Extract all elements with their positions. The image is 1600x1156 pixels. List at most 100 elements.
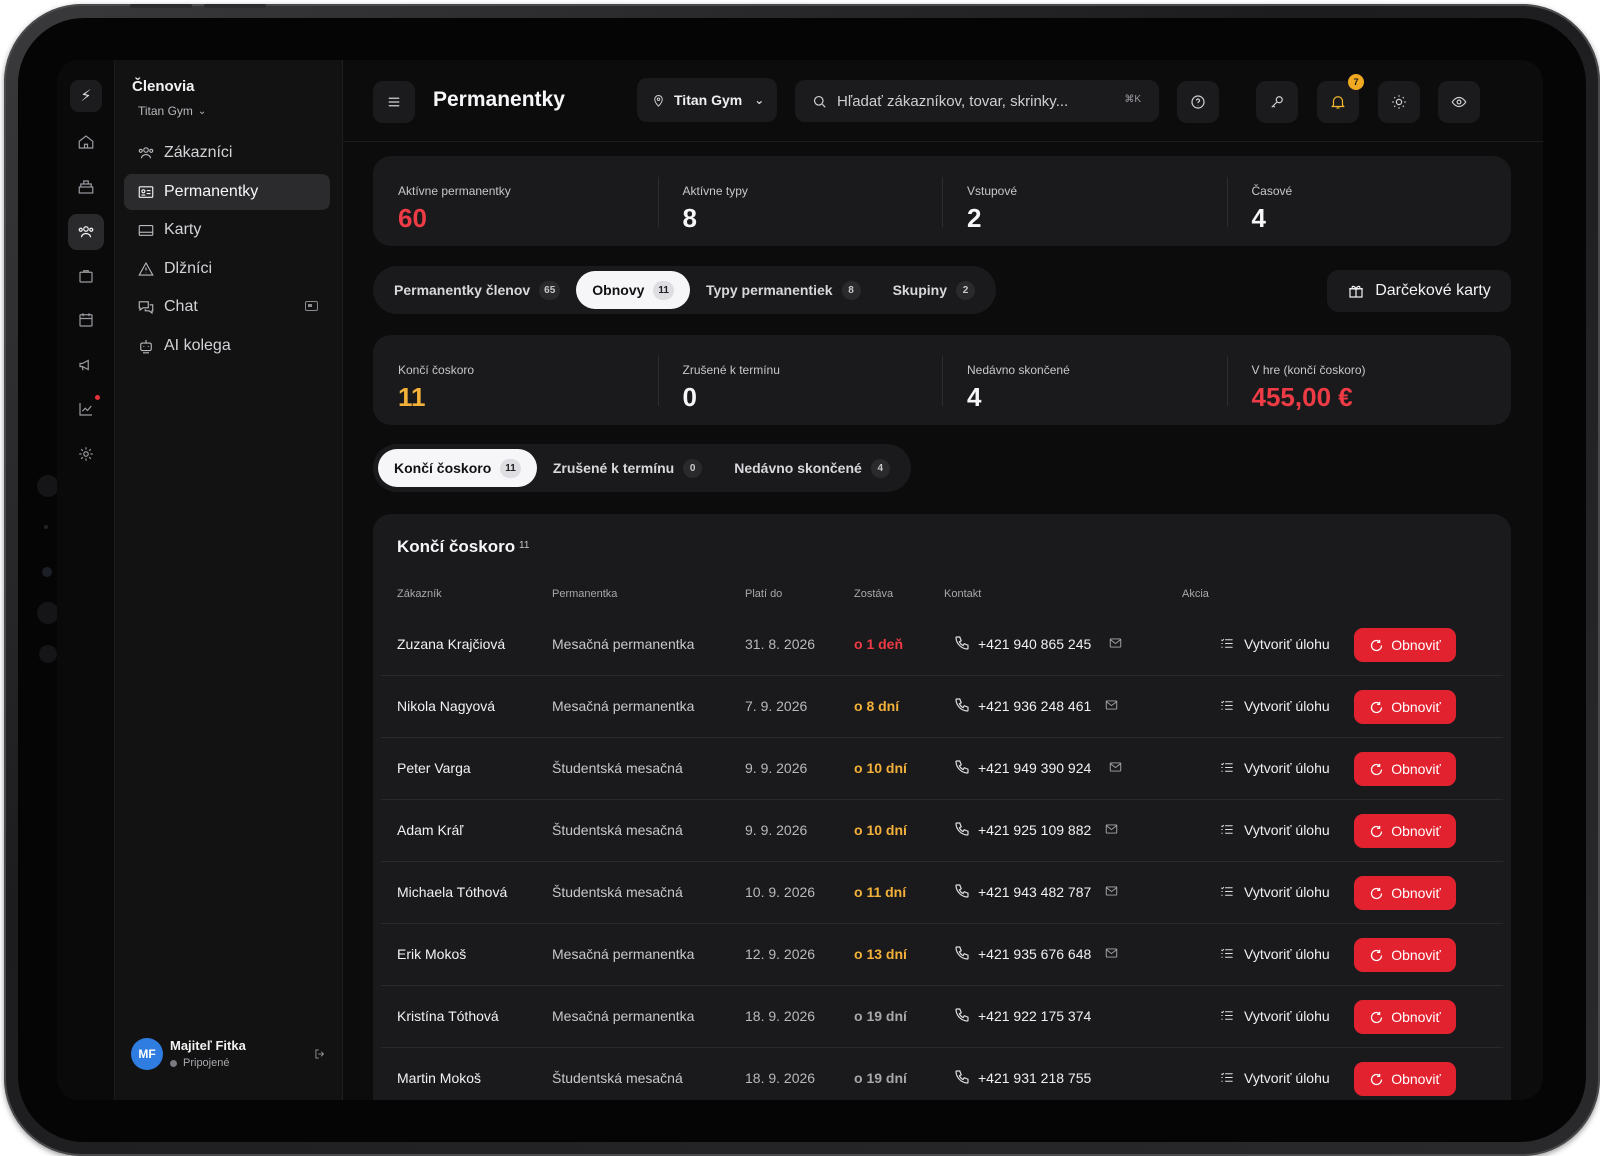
task-list-icon[interactable] [1219,1008,1235,1023]
table-row[interactable]: Peter Varga Študentská mesačná 9. 9. 2026 o… [381,738,1503,800]
table-row[interactable]: Martin Mokoš Študentská mesačná 18. 9. 202… [381,1048,1503,1100]
task-list-icon[interactable] [1219,884,1235,899]
phone-icon[interactable] [953,696,971,714]
tab-renewals[interactable]: Obnovy 11 [576,271,690,309]
task-list-icon[interactable] [1219,698,1235,713]
renew-button[interactable]: Obnoviť [1354,1062,1456,1096]
phone-icon[interactable] [953,882,971,900]
create-task-button[interactable]: Vytvoriť úlohu [1244,636,1330,652]
phone-number[interactable]: +421 925 109 882 [978,822,1091,838]
user-profile[interactable]: MF Majiteľ Fitka Pripojené [131,1038,327,1074]
phone-icon[interactable] [953,944,971,962]
table-row[interactable]: Nikola Nagyová Mesačná permanentka 7. 9. 2… [381,676,1503,738]
table-row[interactable]: Zuzana Krajčiová Mesačná permanentka 31. 8… [381,614,1503,676]
renew-button[interactable]: Obnoviť [1354,1000,1456,1034]
rail-pos[interactable] [68,169,104,205]
phone-number[interactable]: +421 936 248 461 [978,698,1091,714]
theme-button[interactable] [1378,81,1420,123]
gift-cards-button[interactable]: Darčekové karty [1327,270,1511,312]
stat-value: 0 [682,382,697,412]
table-row[interactable]: Erik Mokoš Mesačná permanentka 12. 9. 2026… [381,924,1503,986]
phone-icon[interactable] [953,1006,971,1024]
mail-icon[interactable] [1108,760,1123,774]
create-task-button[interactable]: Vytvoriť úlohu [1244,884,1330,900]
create-task-button[interactable]: Vytvoriť úlohu [1244,760,1330,776]
mail-icon[interactable] [1104,884,1119,898]
help-button[interactable] [1177,81,1219,123]
create-task-button[interactable]: Vytvoriť úlohu [1244,1070,1330,1086]
rail-analytics[interactable] [68,391,104,427]
location-switcher[interactable]: Titan Gym ⌄ [138,104,206,118]
task-list-icon[interactable] [1219,636,1235,651]
sidebar-item-customers[interactable]: Zákazníci [124,135,330,171]
location-select[interactable]: Titan Gym ⌄ [637,78,777,122]
rail-members[interactable] [68,214,104,250]
customer-name[interactable]: Martin Mokoš [397,1070,481,1086]
phone-number[interactable]: +421 922 175 374 [978,1008,1091,1024]
search-input[interactable] [837,92,1107,110]
task-list-icon[interactable] [1219,946,1235,961]
task-list-icon[interactable] [1219,1070,1235,1085]
table-row[interactable]: Kristína Tóthová Mesačná permanentka 18. 9… [381,986,1503,1048]
tab-membership-types[interactable]: Typy permanentiek 8 [690,271,877,309]
create-task-button[interactable]: Vytvoriť úlohu [1244,822,1330,838]
customer-name[interactable]: Kristína Tóthová [397,1008,499,1024]
customer-name[interactable]: Zuzana Krajčiová [397,636,505,652]
key-button[interactable] [1256,81,1298,123]
sidebar-item-cards[interactable]: Karty [124,212,330,248]
menu-button[interactable] [373,81,415,123]
renew-button[interactable]: Obnoviť [1354,814,1456,848]
renew-button[interactable]: Obnoviť [1354,690,1456,724]
phone-icon[interactable] [953,758,971,776]
logout-icon[interactable] [313,1047,327,1061]
rail-marketing[interactable] [68,347,104,383]
create-task-button[interactable]: Vytvoriť úlohu [1244,1008,1330,1024]
search-bar[interactable]: ⌘K [795,80,1159,122]
renew-button[interactable]: Obnoviť [1354,752,1456,786]
subtab-ending-soon[interactable]: Končí čoskoro 11 [378,449,537,487]
phone-number[interactable]: +421 940 865 245 [978,636,1091,652]
sidebar-item-memberships[interactable]: Permanentky [124,173,330,210]
tab-count: 11 [653,280,674,300]
phone-number[interactable]: +421 943 482 787 [978,884,1091,900]
customer-name[interactable]: Peter Varga [397,760,471,776]
create-task-button[interactable]: Vytvoriť úlohu [1244,698,1330,714]
phone-number[interactable]: +421 949 390 924 [978,760,1091,776]
rail-home[interactable] [68,124,104,160]
mail-icon[interactable] [1104,698,1119,712]
customer-name[interactable]: Michaela Tóthová [397,884,507,900]
phone-number[interactable]: +421 935 676 648 [978,946,1091,962]
customer-name[interactable]: Adam Kráľ [397,822,463,838]
sidebar-item-debtors[interactable]: Dlžníci [124,251,330,287]
renew-button[interactable]: Obnoviť [1354,876,1456,910]
subtab-cancelled[interactable]: Zrušené k termínu 0 [537,449,718,487]
mail-icon[interactable] [1104,822,1119,836]
phone-icon[interactable] [953,634,971,652]
table-row[interactable]: Adam Kráľ Študentská mesačná 9. 9. 2026 o 1… [381,800,1503,862]
customer-name[interactable]: Nikola Nagyová [397,698,495,714]
app-logo[interactable]: ⚡ [70,80,102,112]
tab-member-memberships[interactable]: Permanentky členov 65 [378,271,576,309]
subtab-recently-ended[interactable]: Nedávno skončené 4 [718,449,906,487]
phone-number[interactable]: +421 931 218 755 [978,1070,1091,1086]
phone-icon[interactable] [953,1068,971,1086]
phone-icon[interactable] [953,820,971,838]
rail-settings[interactable] [68,436,104,472]
mail-icon[interactable] [1104,946,1119,960]
mail-icon[interactable] [1108,636,1123,650]
create-task-button[interactable]: Vytvoriť úlohu [1244,946,1330,962]
task-list-icon[interactable] [1219,760,1235,775]
tab-groups[interactable]: Skupiny 2 [877,271,991,309]
notifications-button[interactable]: 7 [1317,74,1364,123]
rail-calendar[interactable] [68,302,104,338]
customer-name[interactable]: Erik Mokoš [397,946,466,962]
sidebar-item-ai[interactable]: AI kolega [124,328,330,364]
task-list-icon[interactable] [1219,822,1235,837]
tab-label: Obnovy [592,282,645,298]
table-row[interactable]: Michaela Tóthová Študentská mesačná 10. 9.… [381,862,1503,924]
renew-button[interactable]: Obnoviť [1354,628,1456,662]
renew-button[interactable]: Obnoviť [1354,938,1456,972]
visibility-button[interactable] [1438,81,1480,123]
sidebar-item-chat[interactable]: Chat [124,289,330,325]
rail-shop[interactable] [68,258,104,294]
